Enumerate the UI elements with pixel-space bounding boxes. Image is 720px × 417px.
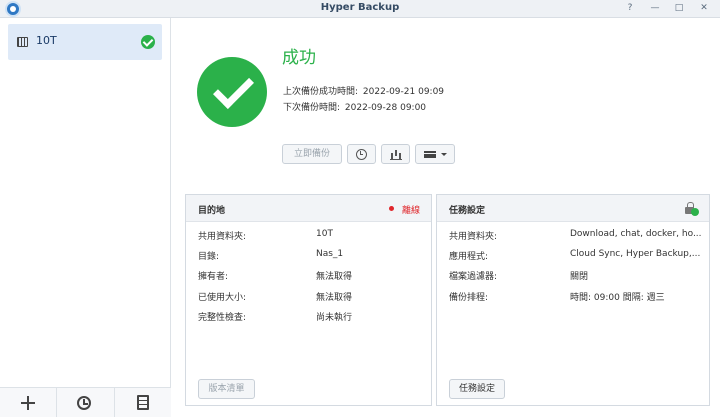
row-value: Nas_1 bbox=[316, 249, 344, 259]
last-backup-label: 上次備份成功時間: bbox=[283, 87, 359, 97]
task-detail-panel: 成功 上次備份成功時間: 2022-09-21 09:09 下次備份時間: 20… bbox=[171, 18, 720, 417]
destination-title: 目的地 bbox=[198, 206, 226, 216]
destination-panel: 目的地 離線 共用資料夾: 10T 目錄: Nas_1 擁有者: 無法取得 已使… bbox=[185, 194, 432, 406]
add-task-button[interactable] bbox=[0, 388, 58, 417]
next-backup-label: 下次備份時間: bbox=[283, 103, 341, 113]
restore-history-icon bbox=[77, 396, 92, 410]
row-label: 備份排程: bbox=[449, 293, 489, 303]
bar-chart-icon bbox=[390, 149, 402, 160]
next-backup-info: 下次備份時間: 2022-09-28 09:00 bbox=[283, 100, 426, 113]
row-label: 檔案過濾器: bbox=[449, 272, 498, 282]
row-value: Download, chat, docker, ho... bbox=[570, 229, 702, 239]
task-item-10t[interactable]: 10T bbox=[8, 24, 162, 60]
next-backup-value: 2022-09-28 09:00 bbox=[344, 103, 427, 113]
task-label: 10T bbox=[36, 34, 57, 47]
row-value: 10T bbox=[316, 229, 333, 239]
destination-status: 離線 bbox=[402, 206, 421, 216]
minimize-button[interactable]: — bbox=[648, 1, 662, 15]
success-check-icon bbox=[197, 57, 267, 127]
row-label: 共用資料夾: bbox=[198, 232, 247, 242]
row-value: 關閉 bbox=[570, 272, 589, 282]
task-settings-panel: 任務設定 共用資料夾: Download, chat, docker, ho..… bbox=[436, 194, 710, 406]
hamburger-menu-icon bbox=[424, 151, 436, 158]
row-value: 無法取得 bbox=[316, 293, 353, 303]
row-label: 應用程式: bbox=[449, 252, 489, 262]
row-value: Cloud Sync, Hyper Backup,... bbox=[570, 249, 701, 259]
statistics-button[interactable] bbox=[381, 144, 410, 164]
help-button[interactable]: ? bbox=[623, 1, 637, 15]
action-toolbar: 立即備份 bbox=[282, 144, 460, 164]
log-document-icon bbox=[136, 395, 149, 410]
restore-button[interactable] bbox=[57, 388, 115, 417]
row-label: 已使用大小: bbox=[198, 293, 247, 303]
plus-icon bbox=[21, 396, 35, 410]
schedule-button[interactable] bbox=[347, 144, 376, 164]
check-circle-icon bbox=[691, 208, 699, 216]
close-button[interactable]: ✕ bbox=[697, 1, 711, 15]
log-button[interactable] bbox=[115, 388, 171, 417]
offline-dot-icon bbox=[389, 206, 394, 211]
maximize-button[interactable]: □ bbox=[672, 1, 686, 15]
destination-header: 目的地 離線 bbox=[186, 195, 431, 222]
row-label: 完整性檢查: bbox=[198, 313, 247, 323]
last-backup-info: 上次備份成功時間: 2022-09-21 09:09 bbox=[283, 84, 444, 97]
row-value: 尚未執行 bbox=[316, 313, 353, 323]
backup-now-button[interactable]: 立即備份 bbox=[282, 144, 342, 164]
window-title: Hyper Backup bbox=[320, 2, 400, 13]
clock-icon bbox=[356, 149, 367, 160]
row-label: 目錄: bbox=[198, 252, 220, 262]
task-sidebar: 10T bbox=[0, 18, 171, 417]
check-circle-icon bbox=[141, 35, 155, 49]
last-backup-value: 2022-09-21 09:09 bbox=[362, 87, 445, 97]
sidebar-toolbar bbox=[0, 387, 171, 417]
version-list-button[interactable]: 版本清單 bbox=[198, 379, 255, 399]
task-settings-header: 任務設定 bbox=[437, 195, 709, 222]
status-title: 成功 bbox=[282, 48, 316, 68]
row-value: 時間: 09:00 間隔: 週三 bbox=[570, 293, 665, 303]
task-settings-title: 任務設定 bbox=[449, 206, 486, 216]
task-settings-button[interactable]: 任務設定 bbox=[449, 379, 505, 399]
row-label: 擁有者: bbox=[198, 272, 229, 282]
title-bar: Hyper Backup ? — □ ✕ bbox=[0, 0, 720, 18]
chevron-down-icon bbox=[441, 153, 447, 156]
nas-drive-icon bbox=[17, 37, 28, 47]
row-label: 共用資料夾: bbox=[449, 232, 498, 242]
more-actions-menu[interactable] bbox=[415, 144, 455, 164]
row-value: 無法取得 bbox=[316, 272, 353, 282]
